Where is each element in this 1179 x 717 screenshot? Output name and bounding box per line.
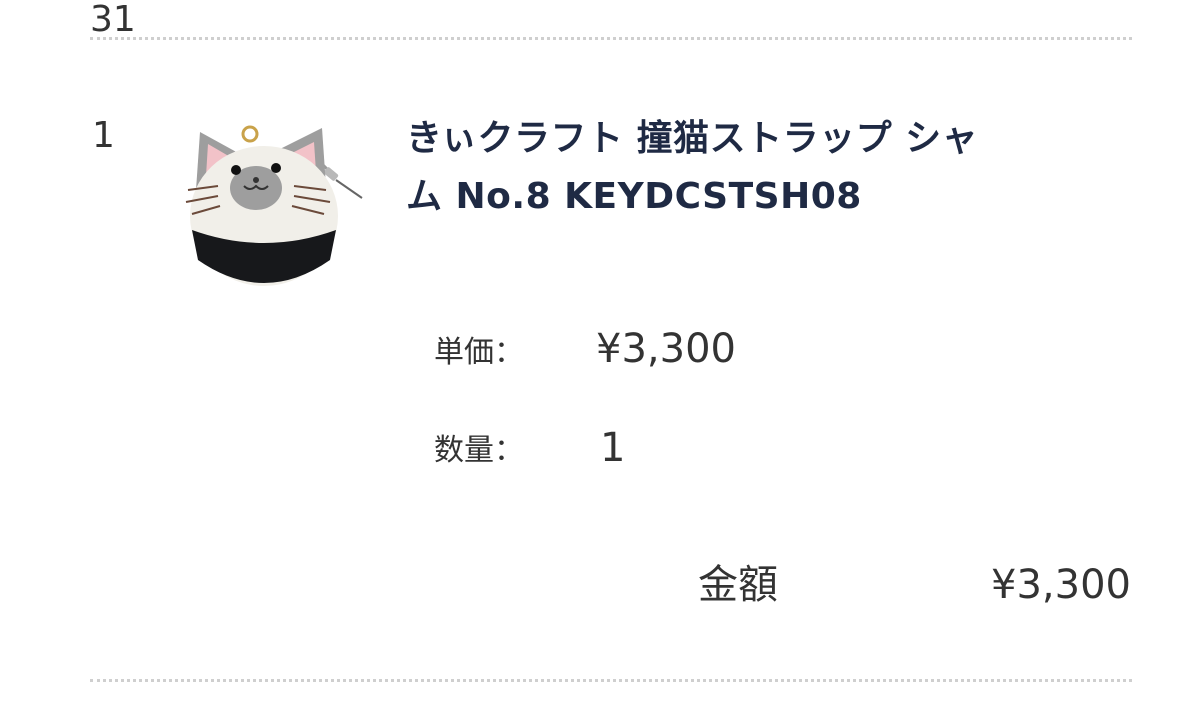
product-image[interactable] xyxy=(178,120,364,296)
divider-top xyxy=(90,37,1132,40)
divider-bottom xyxy=(90,679,1132,682)
previous-item-number: 31 xyxy=(90,0,136,40)
item-index: 1 xyxy=(92,115,115,156)
product-title-line1: きぃクラフト 撞猫ストラップ シャ xyxy=(406,118,979,159)
unit-price-value: ¥3,300 xyxy=(596,326,736,372)
amount-value: ¥3,300 xyxy=(991,562,1131,608)
quantity-label: 数量： xyxy=(434,433,524,468)
felt-cat-strap-icon xyxy=(185,125,363,286)
product-title-line2: ム No.8 KEYDCSTSH08 xyxy=(406,176,862,217)
quantity-value: 1 xyxy=(600,425,626,471)
unit-price-label: 単価： xyxy=(434,335,524,370)
product-title-link[interactable]: きぃクラフト 撞猫ストラップ シャ ム No.8 KEYDCSTSH08 xyxy=(406,110,1096,226)
amount-label: 金額 xyxy=(698,562,778,608)
